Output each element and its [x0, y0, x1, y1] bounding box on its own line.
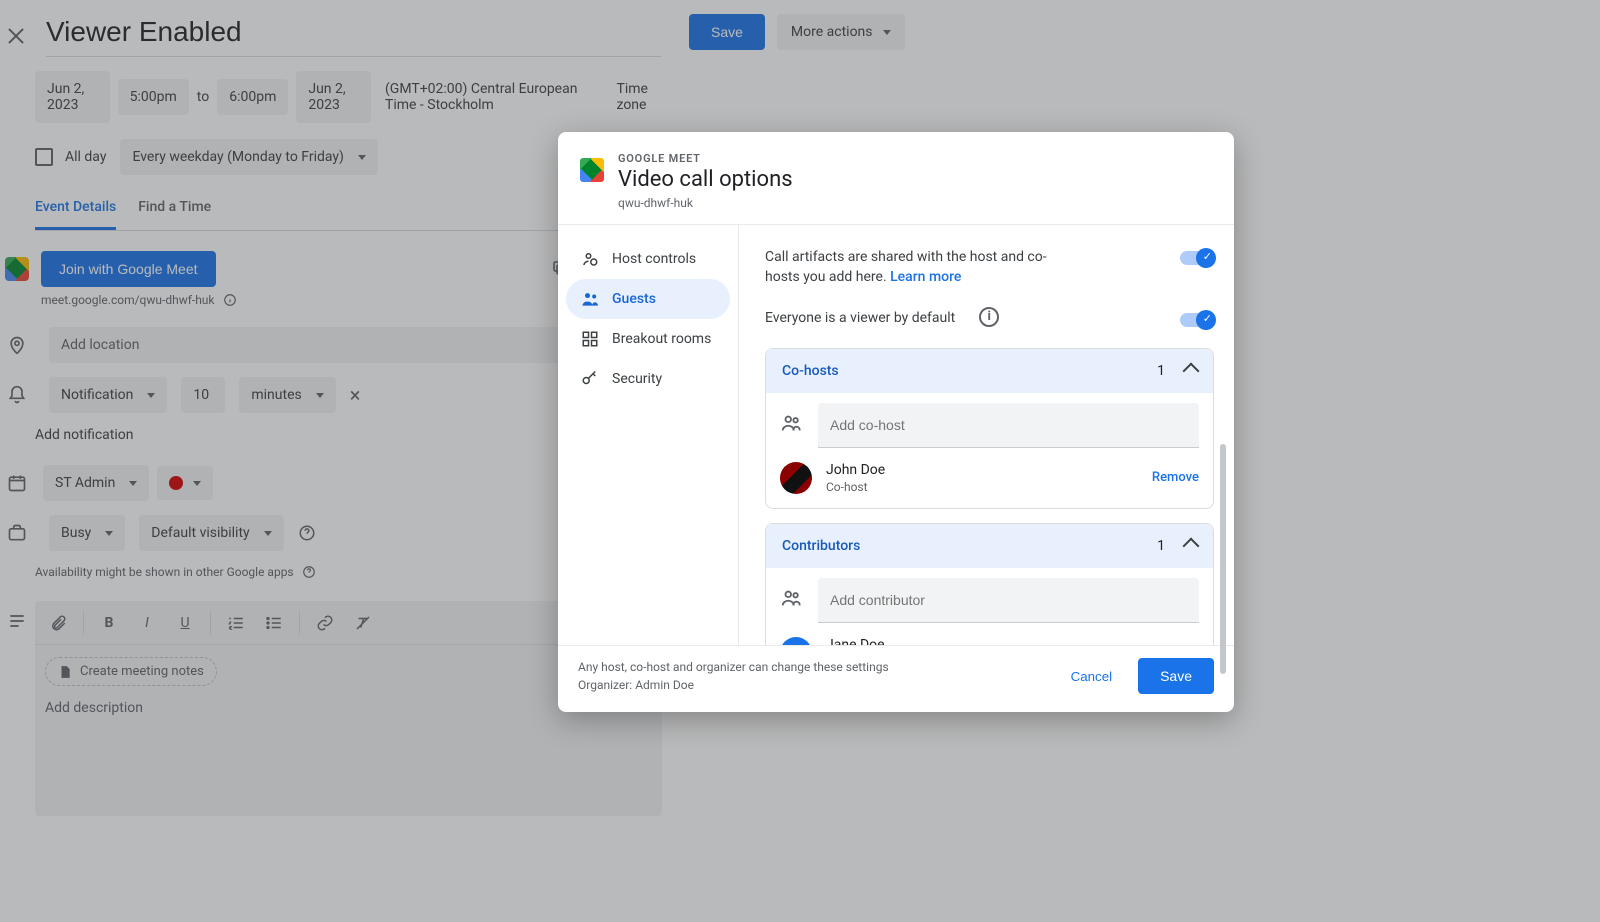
nav-host-controls[interactable]: Host controls — [566, 239, 730, 279]
info-icon[interactable]: i — [979, 307, 999, 327]
google-meet-icon — [580, 158, 604, 182]
nav-host-controls-label: Host controls — [612, 251, 696, 267]
learn-more-link[interactable]: Learn more — [890, 269, 961, 285]
cancel-button[interactable]: Cancel — [1057, 658, 1127, 694]
nav-guests[interactable]: Guests — [566, 279, 730, 319]
add-contributor-input[interactable] — [818, 578, 1199, 623]
contributor-name: Jane Doe — [826, 637, 886, 645]
nav-security-label: Security — [612, 371, 662, 387]
organizer-name: Admin Doe — [635, 678, 694, 692]
cohost-row: John Doe Co-host Remove — [780, 462, 1199, 494]
contributors-section: Contributors 1 — [765, 523, 1214, 645]
cohosts-section: Co-hosts 1 — [765, 348, 1214, 509]
avatar — [780, 462, 812, 494]
people-icon — [580, 289, 600, 309]
modal-scrollbar[interactable] — [1220, 352, 1226, 642]
artifacts-toggle[interactable]: ✓ — [1180, 251, 1214, 265]
grid-icon — [580, 329, 600, 349]
modal-meet-code: qwu-dhwf-huk — [618, 196, 793, 210]
contributors-title: Contributors — [782, 538, 860, 554]
nav-guests-label: Guests — [612, 291, 656, 307]
shield-person-icon — [580, 249, 600, 269]
add-cohost-input[interactable] — [818, 403, 1199, 448]
contributors-count: 1 — [1157, 538, 1165, 554]
key-icon — [580, 369, 600, 389]
nav-security[interactable]: Security — [566, 359, 730, 399]
people-icon — [780, 587, 804, 613]
chevron-up-icon — [1183, 537, 1200, 554]
cohosts-count: 1 — [1157, 363, 1165, 379]
contributor-row: Jane Doe Contributor Remove — [780, 637, 1199, 645]
cohosts-header[interactable]: Co-hosts 1 — [766, 349, 1213, 393]
viewer-default-label: Everyone is a viewer by default — [765, 308, 955, 328]
artifacts-description: Call artifacts are shared with the host … — [765, 247, 1065, 288]
cohosts-title: Co-hosts — [782, 363, 839, 379]
nav-breakout-label: Breakout rooms — [612, 331, 711, 347]
modal-eyebrow: GOOGLE MEET — [618, 152, 793, 165]
avatar — [780, 637, 812, 645]
people-icon — [780, 412, 804, 438]
modal-title: Video call options — [618, 167, 793, 192]
remove-cohost-link[interactable]: Remove — [1152, 470, 1199, 485]
video-call-options-modal: GOOGLE MEET Video call options qwu-dhwf-… — [558, 132, 1234, 712]
chevron-up-icon — [1183, 362, 1200, 379]
nav-breakout-rooms[interactable]: Breakout rooms — [566, 319, 730, 359]
organizer-label: Organizer: — [578, 678, 632, 692]
contributors-header[interactable]: Contributors 1 — [766, 524, 1213, 568]
viewer-default-toggle[interactable]: ✓ — [1180, 313, 1214, 327]
footer-note: Any host, co-host and organizer can chan… — [578, 658, 889, 676]
modal-save-button[interactable]: Save — [1138, 658, 1214, 694]
cohost-role: Co-host — [826, 480, 885, 494]
cohost-name: John Doe — [826, 462, 885, 478]
